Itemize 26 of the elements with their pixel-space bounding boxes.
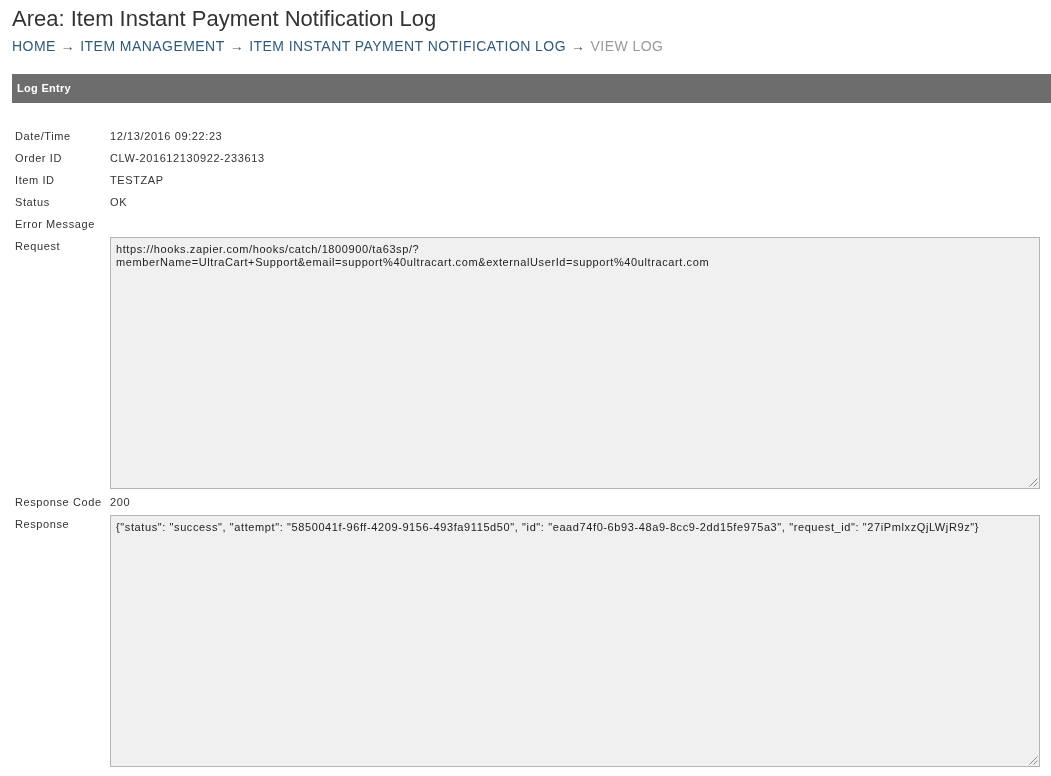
- field-value: 12/13/2016 09:22:23: [110, 129, 224, 144]
- field-label: Request: [14, 239, 62, 254]
- breadcrumb-link[interactable]: HOME: [12, 36, 56, 56]
- breadcrumb-link[interactable]: ITEM MANAGEMENT: [80, 36, 225, 56]
- field-label: Error Message: [14, 217, 96, 232]
- field-label: Response Code: [14, 495, 103, 510]
- breadcrumb-separator: →: [229, 37, 245, 56]
- field-value: 200: [110, 495, 132, 510]
- field-label: Item ID: [14, 173, 56, 188]
- field-label: Status: [14, 195, 51, 210]
- field-value: OK: [110, 195, 129, 210]
- breadcrumb-link[interactable]: ITEM INSTANT PAYMENT NOTIFICATION LOG: [249, 36, 567, 56]
- breadcrumb-separator: →: [571, 37, 586, 56]
- field-label: Order ID: [14, 151, 63, 166]
- field-label: Date/Time: [14, 129, 72, 144]
- field-label: Response: [14, 517, 71, 532]
- field-value: TESTZAP: [110, 173, 165, 188]
- resize-grip-icon[interactable]: [1029, 756, 1038, 765]
- resize-grip-icon[interactable]: [1029, 478, 1038, 487]
- breadcrumb-separator: →: [60, 37, 76, 56]
- text-area[interactable]: https://hooks.zapier.com/hooks/catch/1800900/ta63sp/? memberName=UltraCart+Support&email=support%40ultracart.com&externalUserId=support%40ultracart.com: [110, 237, 1040, 489]
- field-value: CLW-201612130922-233613: [110, 151, 266, 166]
- page-title: Area: Item Instant Payment Notification Log: [12, 6, 437, 32]
- breadcrumb-current: VIEW LOG: [590, 37, 664, 56]
- section-header-bar: Log Entry: [12, 74, 1051, 103]
- text-area[interactable]: {"status": "success", "attempt": "5850041f-96ff-4209-9156-493fa9115d50", "id": "eaad74f0-6b93-48a9-8cc9-2dd15fe975a3", "request_id": "27iPmlxzQjLWjR9z"}: [110, 515, 1040, 767]
